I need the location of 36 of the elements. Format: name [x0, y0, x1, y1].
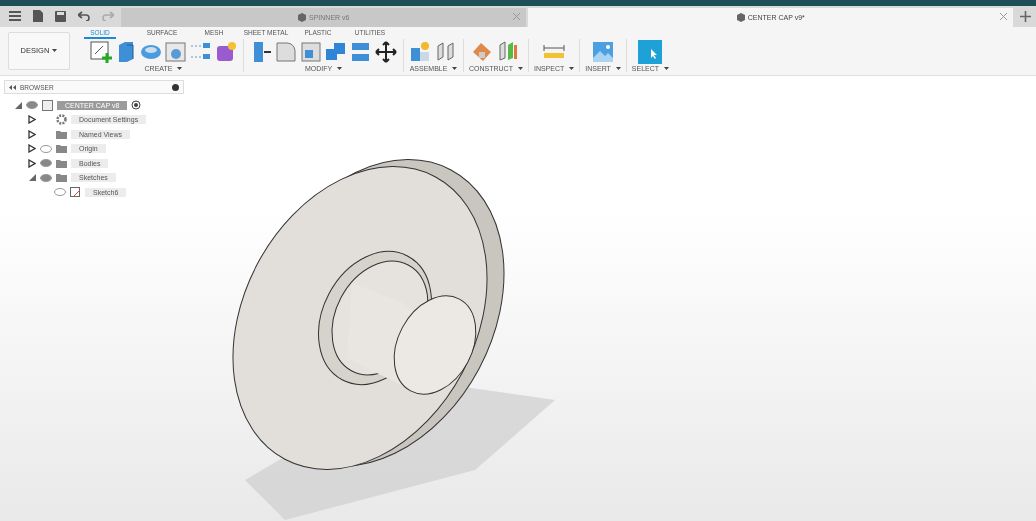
sketch-icon[interactable] — [89, 40, 113, 65]
caret-icon — [615, 67, 621, 71]
eye-icon[interactable] — [26, 101, 38, 110]
lens-icon[interactable] — [164, 40, 188, 65]
close-icon[interactable] — [1000, 12, 1007, 20]
folder-icon — [56, 129, 67, 139]
eye-icon[interactable] — [54, 188, 66, 197]
caret-icon — [337, 67, 343, 71]
caret-icon — [52, 49, 58, 53]
radio-icon[interactable] — [131, 100, 142, 111]
eye-icon[interactable] — [40, 144, 52, 153]
folder-icon — [56, 158, 67, 168]
sketch-icon — [70, 186, 81, 198]
cube-icon — [735, 12, 745, 22]
select-icon[interactable] — [638, 40, 663, 65]
caret-icon — [452, 67, 458, 71]
collapse-panel-icon[interactable] — [9, 84, 16, 90]
expand-icon[interactable] — [28, 144, 36, 154]
folder-icon — [56, 173, 67, 183]
component-icon — [42, 99, 53, 111]
caret-icon — [517, 67, 523, 71]
folder-icon — [56, 144, 67, 154]
eye-icon[interactable] — [40, 173, 52, 182]
caret-icon — [569, 67, 575, 71]
caret-icon — [664, 67, 670, 71]
caret-icon — [177, 67, 183, 71]
eye-icon[interactable] — [40, 159, 52, 168]
chamfer-icon[interactable] — [299, 40, 323, 65]
expand-icon[interactable] — [28, 115, 36, 125]
image-icon[interactable] — [591, 40, 616, 65]
pin-icon[interactable] — [172, 83, 179, 91]
gear-icon — [56, 114, 67, 126]
cube-icon — [297, 12, 307, 22]
expand-icon[interactable] — [28, 129, 36, 139]
expand-icon[interactable] — [28, 158, 36, 168]
move-icon[interactable] — [374, 40, 398, 65]
